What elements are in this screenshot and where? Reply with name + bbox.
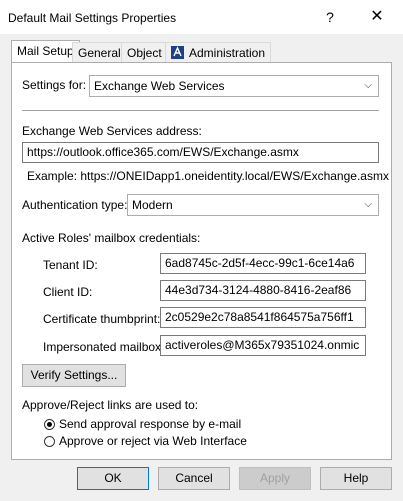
help-icon[interactable]: ? (318, 5, 342, 29)
administration-icon (170, 45, 185, 60)
radio-web-interface[interactable] (44, 436, 55, 447)
window-title: Default Mail Settings Properties (8, 11, 177, 25)
settings-for-label: Settings for: (22, 78, 87, 92)
apply-button[interactable]: Apply (239, 467, 311, 490)
radio-email-label[interactable]: Send approval response by e-mail (59, 417, 241, 431)
client-id-label: Client ID: (43, 285, 93, 299)
tab-administration-label: Administration (189, 46, 266, 60)
ews-example-text: Example: https://ONEIDapp1.oneidentity.l… (27, 169, 389, 183)
tab-mail-setup[interactable]: Mail Setup (11, 40, 80, 63)
ews-address-label: Exchange Web Services address: (22, 124, 202, 138)
radio-web-interface-label[interactable]: Approve or reject via Web Interface (59, 434, 247, 448)
credentials-heading: Active Roles' mailbox credentials: (22, 231, 201, 245)
approve-heading: Approve/Reject links are used to: (22, 398, 199, 412)
verify-settings-button[interactable]: Verify Settings... (22, 364, 126, 387)
settings-for-value: Exchange Web Services (94, 79, 225, 93)
chevron-down-icon: ⌵ (364, 80, 372, 91)
impersonated-mailbox-input[interactable]: activeroles@M365x79351024.onmic (160, 335, 366, 356)
tab-general[interactable]: General (72, 42, 127, 62)
impersonated-mailbox-label: Impersonated mailbox: (43, 340, 165, 354)
auth-type-label: Authentication type: (22, 198, 128, 212)
client-id-input[interactable]: 44e3d734-3124-4880-8416-2eaf86 (160, 280, 366, 301)
tenant-id-label: Tenant ID: (43, 258, 98, 272)
certificate-thumbprint-input[interactable]: 2c0529e2c78a8541f864575a756ff1 (160, 307, 366, 328)
divider (22, 110, 379, 111)
help-button[interactable]: Help (320, 467, 392, 490)
radio-email[interactable] (44, 419, 55, 430)
close-icon[interactable]: ✕ (365, 5, 389, 29)
auth-type-value: Modern (132, 198, 173, 212)
settings-for-select[interactable]: Exchange Web Services ⌵ (89, 75, 379, 97)
chevron-down-icon: ⌵ (364, 199, 372, 210)
certificate-thumbprint-label: Certificate thumbprint: (43, 312, 161, 326)
tab-object[interactable]: Object (121, 42, 168, 62)
ews-address-input[interactable]: https://outlook.office365.com/EWS/Exchan… (22, 142, 379, 163)
auth-type-select[interactable]: Modern ⌵ (127, 194, 379, 216)
cancel-button[interactable]: Cancel (158, 467, 230, 490)
tab-administration[interactable]: Administration (165, 42, 272, 62)
ok-button[interactable]: OK (77, 467, 149, 490)
tenant-id-input[interactable]: 6ad8745c-2d5f-4ecc-99c1-6ce14a6 (160, 253, 366, 274)
